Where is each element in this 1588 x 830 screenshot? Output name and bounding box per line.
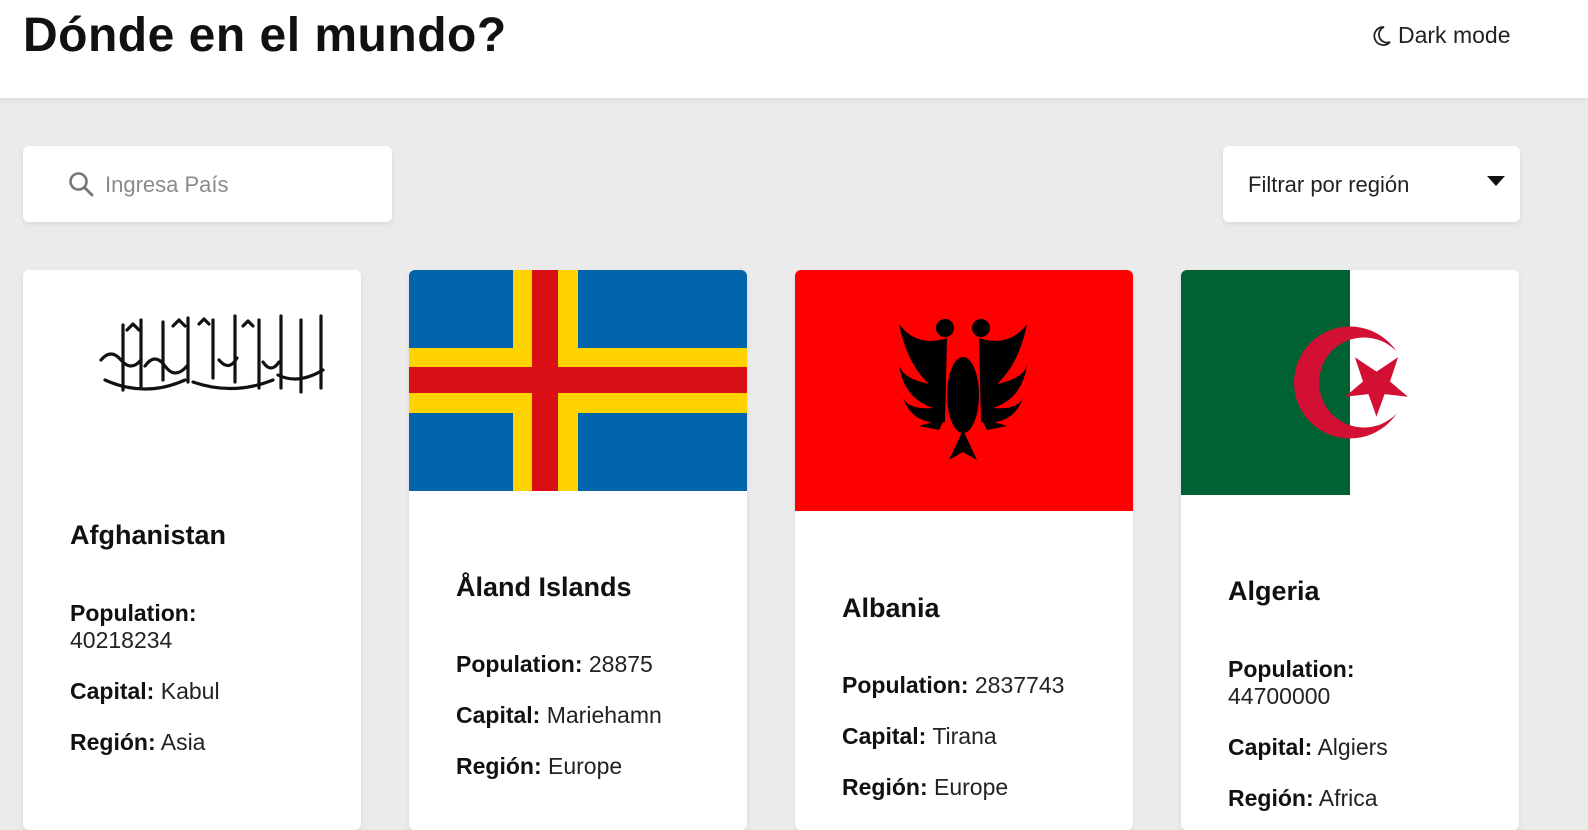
- country-info: Population: 28875 Capital: Mariehamn Reg…: [456, 651, 716, 804]
- population-label: Population:: [456, 651, 583, 677]
- country-card-aland-islands[interactable]: Åland Islands Population: 28875 Capital:…: [409, 270, 747, 830]
- flag-image: [409, 270, 747, 491]
- search-input[interactable]: [103, 166, 377, 204]
- region-row: Región: Europe: [842, 774, 1102, 801]
- flag-image: [23, 270, 361, 480]
- country-card-algeria[interactable]: Algeria Population: 44700000 Capital: Al…: [1181, 270, 1519, 830]
- dark-mode-label: Dark mode: [1398, 22, 1511, 48]
- population-row: Population: 40218234: [70, 600, 330, 654]
- capital-value: Mariehamn: [546, 702, 662, 728]
- dark-mode-toggle[interactable]: Dark mode: [1372, 22, 1510, 49]
- country-info: Population: 40218234 Capital: Kabul Regi…: [70, 600, 330, 780]
- population-value: 28875: [588, 651, 653, 677]
- region-value: Asia: [160, 729, 206, 755]
- capital-value: Algiers: [1317, 734, 1388, 760]
- search-box: [23, 146, 392, 222]
- region-label: Región:: [70, 729, 156, 755]
- flag-image: [795, 270, 1133, 511]
- region-value: Africa: [1318, 785, 1378, 811]
- page-title: Dónde en el mundo?: [23, 9, 507, 62]
- capital-row: Capital: Algiers: [1228, 734, 1488, 761]
- country-card-albania[interactable]: Albania Population: 2837743 Capital: Tir…: [795, 270, 1133, 830]
- population-label: Population:: [842, 672, 969, 698]
- region-row: Región: Europe: [456, 753, 716, 780]
- region-row: Región: Asia: [70, 729, 330, 756]
- population-value: 44700000: [1228, 683, 1331, 709]
- region-filter-label: Filtrar por región: [1248, 172, 1410, 197]
- region-label: Región:: [456, 753, 542, 779]
- caret-down-icon: [1487, 176, 1505, 186]
- population-row: Population: 28875: [456, 651, 716, 678]
- region-value: Europe: [548, 753, 623, 779]
- population-label: Population:: [70, 600, 197, 626]
- country-name: Algeria: [1228, 576, 1320, 606]
- region-label: Región:: [842, 774, 928, 800]
- country-card-afghanistan[interactable]: Afghanistan Population: 40218234 Capital…: [23, 270, 361, 830]
- population-row: Population: 44700000: [1228, 656, 1488, 710]
- country-name: Afghanistan: [70, 520, 227, 550]
- search-icon: [69, 172, 94, 197]
- population-row: Population: 2837743: [842, 672, 1102, 699]
- capital-row: Capital: Kabul: [70, 678, 330, 705]
- top-bar: Dónde en el mundo? Dark mode: [0, 0, 1588, 98]
- capital-label: Capital:: [842, 723, 927, 749]
- capital-value: Tirana: [932, 723, 997, 749]
- moon-icon: [1373, 25, 1391, 46]
- country-name: Albania: [842, 593, 940, 623]
- region-label: Región:: [1228, 785, 1314, 811]
- country-name: Åland Islands: [456, 572, 632, 602]
- flag-image: [1181, 270, 1519, 495]
- region-filter-dropdown[interactable]: Filtrar por región: [1223, 146, 1520, 222]
- region-row: Región: Africa: [1228, 785, 1488, 812]
- capital-label: Capital:: [1228, 734, 1313, 760]
- region-value: Europe: [934, 774, 1009, 800]
- capital-label: Capital:: [70, 678, 155, 704]
- capital-value: Kabul: [160, 678, 220, 704]
- country-info: Population: 44700000 Capital: Algiers Re…: [1228, 656, 1488, 830]
- population-value: 40218234: [70, 627, 173, 653]
- capital-row: Capital: Mariehamn: [456, 702, 716, 729]
- capital-row: Capital: Tirana: [842, 723, 1102, 750]
- population-value: 2837743: [974, 672, 1065, 698]
- country-info: Population: 2837743 Capital: Tirana Regi…: [842, 672, 1102, 825]
- capital-label: Capital:: [456, 702, 541, 728]
- population-label: Population:: [1228, 656, 1355, 682]
